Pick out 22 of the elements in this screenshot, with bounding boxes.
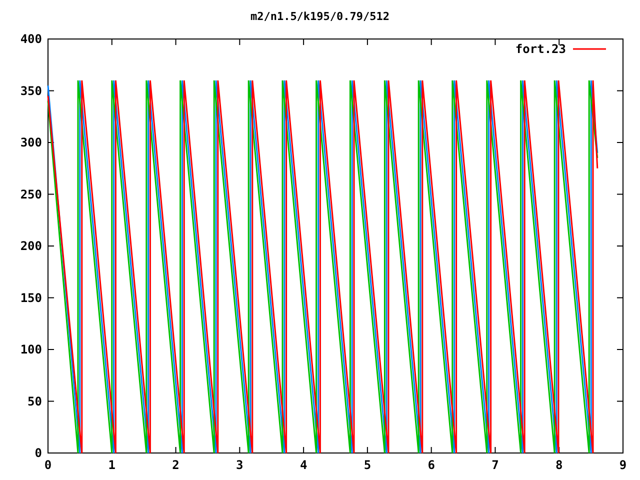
- x-tick-label: 8: [556, 458, 563, 472]
- y-tick-label: 200: [20, 239, 42, 253]
- y-tick-label: 250: [20, 187, 42, 202]
- x-tick-label: 7: [492, 458, 499, 472]
- x-tick-label: 9: [619, 458, 627, 472]
- x-tick-label: 0: [44, 458, 52, 472]
- legend-label: fort.23: [515, 42, 566, 56]
- y-tick-label: 300: [20, 136, 42, 150]
- x-tick-label: 2: [172, 458, 180, 472]
- y-tick-label: 50: [28, 394, 42, 408]
- y-tick-label: 150: [20, 290, 42, 305]
- chart-title: m2/n1.5/k195/0.79/512: [250, 10, 390, 24]
- y-tick-label: 0: [34, 446, 42, 460]
- x-tick-label: 1: [108, 458, 116, 472]
- y-tick-label: 100: [20, 342, 42, 356]
- x-tick-label: 5: [364, 458, 372, 472]
- x-tick-label: 4: [300, 458, 308, 472]
- legend-line: [573, 48, 606, 50]
- y-tick-label: 350: [20, 84, 42, 98]
- y-tick-label: 400: [20, 32, 42, 46]
- x-tick-label: 3: [236, 458, 244, 472]
- x-tick-label: 6: [428, 458, 435, 472]
